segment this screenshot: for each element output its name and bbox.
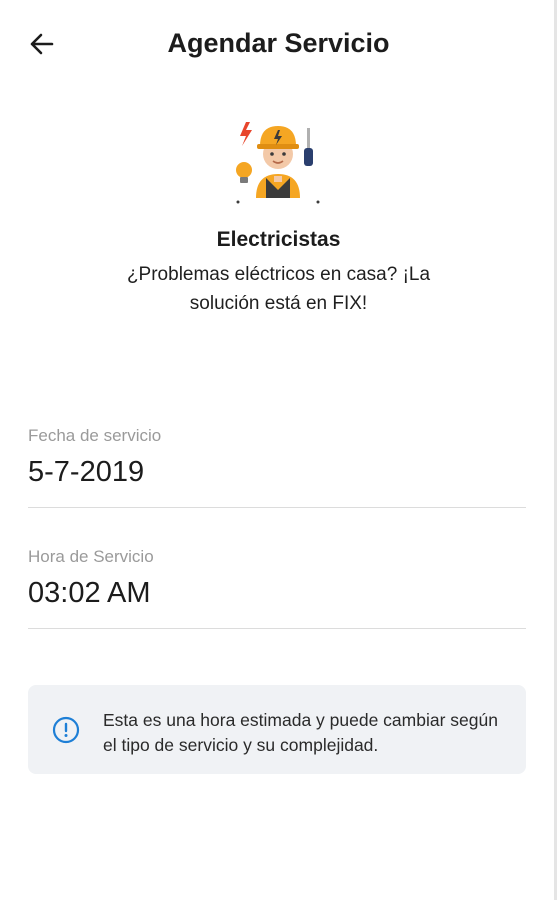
service-date-value[interactable]: 5-7-2019: [28, 456, 526, 489]
service-date-field[interactable]: Fecha de servicio 5-7-2019: [28, 426, 526, 508]
electrician-icon: [228, 114, 328, 206]
service-description: ¿Problemas eléctricos en casa? ¡La soluc…: [126, 264, 431, 314]
info-icon: [52, 716, 80, 744]
service-time-label: Hora de Servicio: [28, 547, 154, 566]
service-time-field[interactable]: Hora de Servicio 03:02 AM: [28, 547, 526, 629]
estimate-notice: Esta es una hora estimada y puede cambia…: [28, 685, 526, 774]
page-title: Agendar Servicio: [167, 28, 390, 58]
service-name: Electricistas: [216, 228, 341, 251]
service-date-label: Fecha de servicio: [28, 426, 162, 445]
notice-text: Esta es una hora estimada y puede cambia…: [103, 710, 498, 755]
service-time-value[interactable]: 03:02 AM: [28, 577, 526, 610]
